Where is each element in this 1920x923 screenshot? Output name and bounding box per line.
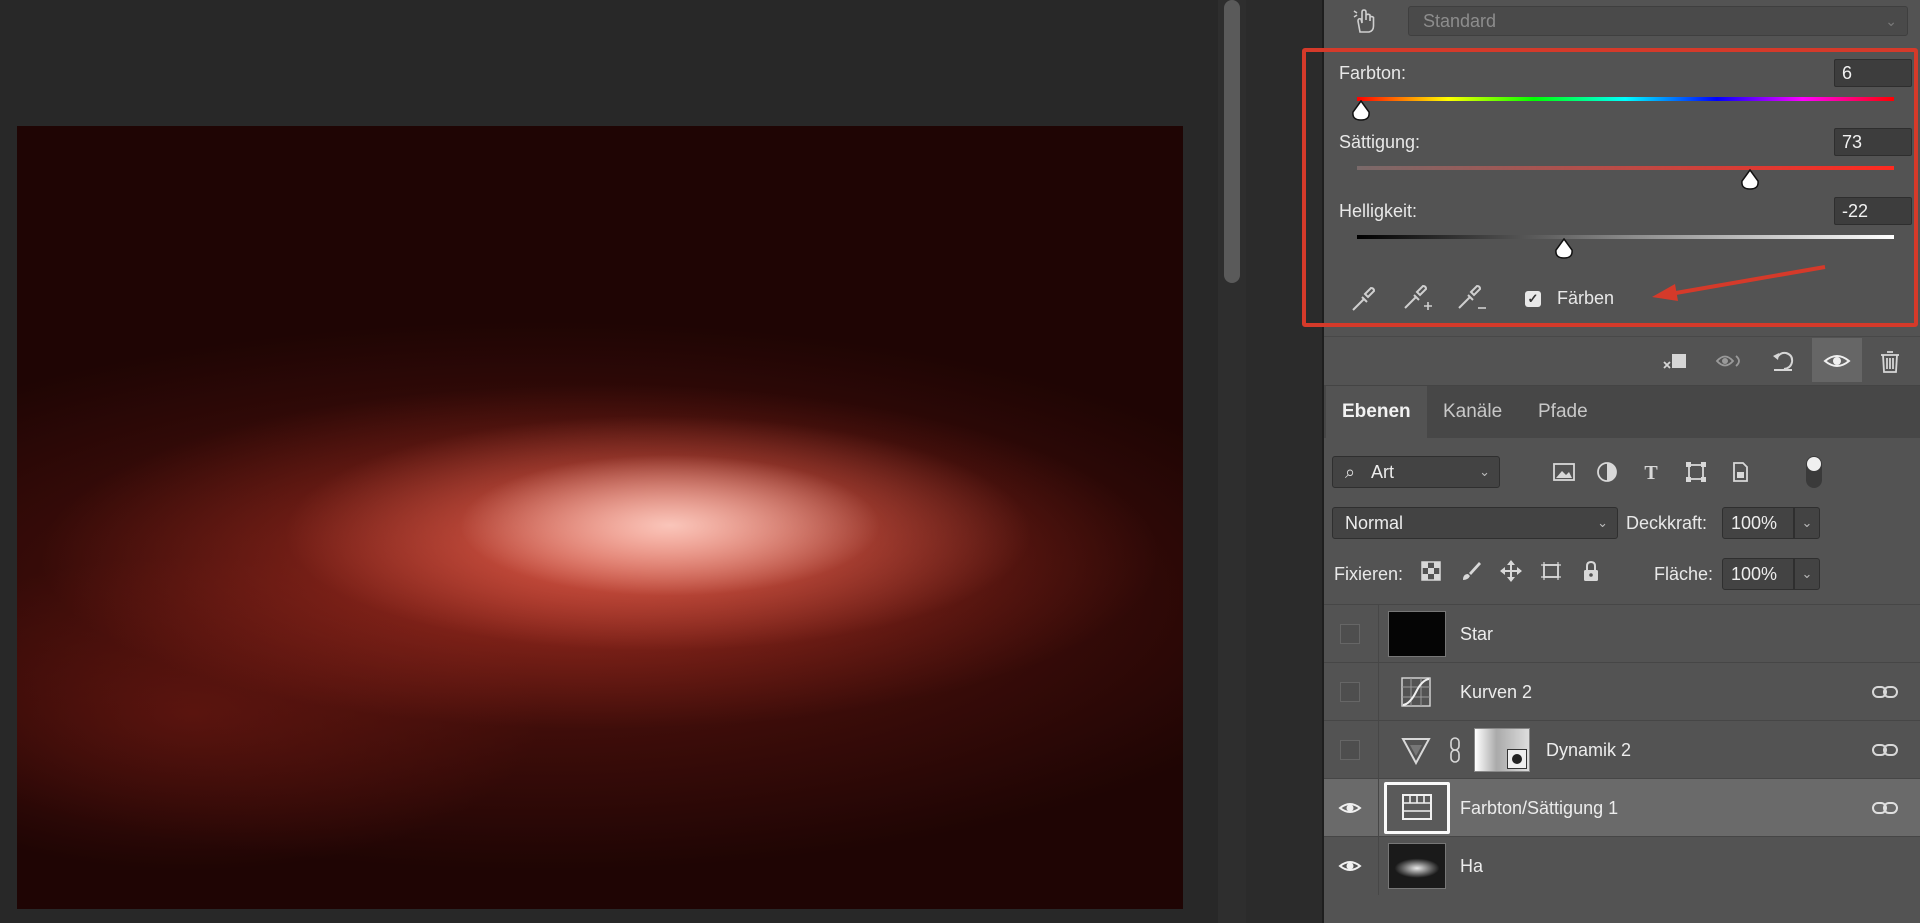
shape-filter-icon[interactable] — [1683, 460, 1709, 486]
fill-dropdown[interactable]: ⌄ — [1794, 558, 1820, 590]
layer-filter-select[interactable]: ⌕ Art ⌄ — [1332, 456, 1500, 488]
annotation-arrow — [1652, 265, 1826, 301]
link-icon[interactable] — [1872, 680, 1898, 704]
lightness-slider-track[interactable] — [1357, 235, 1894, 239]
image-filter-icon[interactable] — [1551, 460, 1577, 486]
fill-input[interactable]: 100% — [1722, 558, 1794, 590]
adjustment-filter-icon[interactable] — [1594, 460, 1620, 486]
visibility-eye-icon[interactable] — [1338, 796, 1362, 820]
lock-position-move-icon[interactable] — [1498, 560, 1524, 586]
eyedropper-subtract-icon[interactable] — [1455, 283, 1487, 315]
visibility-toggle[interactable] — [1340, 740, 1360, 760]
filter-toggle[interactable] — [1806, 456, 1822, 488]
eyedropper-add-icon[interactable] — [1401, 283, 1433, 315]
preset-select[interactable]: Standard ⌄ — [1408, 6, 1908, 36]
blend-mode-value: Normal — [1345, 513, 1404, 533]
hue-saturation-adjustment-icon — [1402, 794, 1432, 820]
trash-icon[interactable] — [1875, 346, 1905, 376]
lightness-input[interactable]: -22 — [1834, 197, 1912, 225]
lightness-label: Helligkeit: — [1339, 201, 1418, 221]
preset-value: Standard — [1423, 11, 1497, 31]
tab-kanaele[interactable]: Kanäle — [1427, 386, 1518, 438]
saturation-slider-thumb[interactable] — [1740, 168, 1760, 191]
lock-artboard-icon[interactable] — [1538, 560, 1564, 586]
smart-object-filter-icon[interactable] — [1727, 460, 1753, 486]
opacity-label: Deckkraft: — [1626, 513, 1708, 533]
scrollbar-thumb[interactable] — [1224, 0, 1240, 283]
opacity-input[interactable]: 100% — [1722, 507, 1794, 539]
visibility-eye-icon[interactable] — [1338, 854, 1362, 878]
eyedropper-icon[interactable] — [1347, 283, 1379, 315]
tab-ebenen[interactable]: Ebenen — [1326, 386, 1427, 438]
layer-row-ha[interactable]: Ha — [1324, 836, 1920, 895]
mask-link-chain-icon[interactable] — [1448, 736, 1462, 764]
layer-row-dynamik-2[interactable]: Dynamik 2 — [1324, 720, 1920, 779]
hue-slider-thumb[interactable] — [1351, 99, 1371, 122]
layer-name[interactable]: Dynamik 2 — [1546, 721, 1631, 779]
chevron-down-icon: ⌄ — [1597, 515, 1608, 530]
layer-row-farbton-saettigung-1[interactable]: Farbton/Sättigung 1 — [1324, 778, 1920, 837]
layer-row-kurven-2[interactable]: Kurven 2 — [1324, 662, 1920, 721]
lock-all-padlock-icon[interactable] — [1578, 560, 1604, 586]
layer-filter-value: Art — [1371, 462, 1395, 482]
toggle-visibility-eye-icon[interactable] — [1822, 346, 1852, 376]
link-icon[interactable] — [1872, 738, 1898, 762]
view-previous-state-icon[interactable] — [1715, 346, 1745, 376]
layer-row-star[interactable]: Star — [1324, 604, 1920, 663]
text-filter-icon[interactable]: T — [1638, 460, 1664, 486]
chevron-down-icon: ⌄ — [1885, 13, 1897, 29]
colorize-checkbox[interactable]: ✓ — [1525, 291, 1541, 307]
lock-image-pixels-brush-icon[interactable] — [1458, 560, 1484, 586]
lightness-slider-thumb[interactable] — [1554, 237, 1574, 260]
reset-icon[interactable] — [1768, 346, 1798, 376]
search-icon: ⌕ — [1345, 462, 1356, 482]
saturation-label: Sättigung: — [1339, 132, 1421, 152]
nebula-image[interactable] — [17, 126, 1183, 909]
link-icon[interactable] — [1872, 796, 1898, 820]
chevron-down-icon: ⌄ — [1479, 464, 1490, 479]
saturation-slider-track[interactable] — [1357, 166, 1894, 170]
layer-name[interactable]: Star — [1460, 605, 1493, 663]
saturation-input[interactable]: 73 — [1834, 128, 1912, 156]
layer-name[interactable]: Farbton/Sättigung 1 — [1460, 779, 1618, 837]
layer-mask-thumbnail[interactable] — [1474, 728, 1530, 772]
visibility-toggle[interactable] — [1340, 624, 1360, 644]
layer-thumbnail — [1388, 843, 1446, 889]
hue-slider-track[interactable] — [1357, 97, 1894, 101]
targeted-adjustment-hand-icon[interactable] — [1350, 6, 1380, 36]
lock-transparent-pixels-icon[interactable] — [1418, 560, 1444, 586]
hue-input[interactable]: 6 — [1834, 59, 1912, 87]
hue-label: Farbton: — [1339, 63, 1407, 83]
visibility-toggle[interactable] — [1340, 682, 1360, 702]
layer-name[interactable]: Kurven 2 — [1460, 663, 1532, 721]
clip-to-layer-icon[interactable] — [1660, 346, 1690, 376]
tab-pfade[interactable]: Pfade — [1522, 386, 1604, 438]
layer-thumbnail — [1384, 782, 1450, 834]
layer-name[interactable]: Ha — [1460, 837, 1483, 895]
curves-adjustment-icon — [1400, 676, 1432, 708]
layer-thumbnail — [1388, 611, 1446, 657]
lock-label: Fixieren: — [1334, 564, 1404, 584]
fill-label: Fläche: — [1654, 564, 1714, 584]
colorize-label: Färben — [1557, 288, 1615, 308]
blend-mode-select[interactable]: Normal ⌄ — [1332, 507, 1618, 539]
opacity-dropdown[interactable]: ⌄ — [1794, 507, 1820, 539]
vibrance-adjustment-icon — [1400, 736, 1432, 766]
